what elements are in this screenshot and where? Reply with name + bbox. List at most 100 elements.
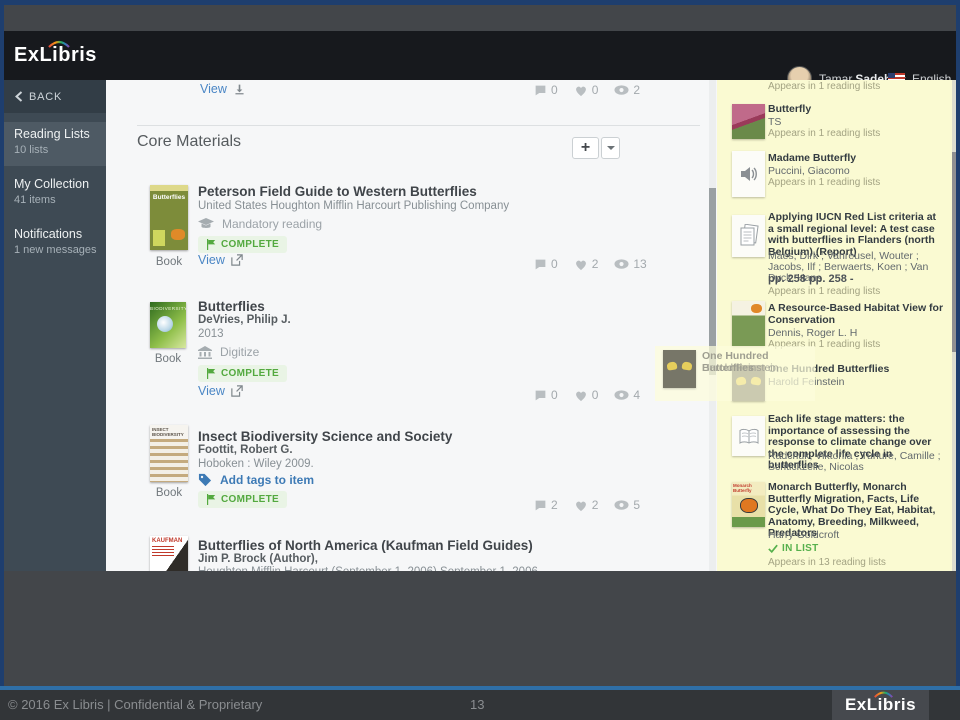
likes-stat[interactable]: 0 xyxy=(574,83,598,97)
flag-icon xyxy=(207,239,216,250)
suggestion-title: Butterfly xyxy=(768,103,812,115)
suggestion-thumbnail xyxy=(732,215,765,257)
page-number: 13 xyxy=(470,697,485,712)
suggestion-title: Madame Butterfly xyxy=(768,152,857,164)
cover-art xyxy=(152,546,174,556)
cover-art xyxy=(740,498,758,513)
item-title[interactable]: Peterson Field Guide to Western Butterfl… xyxy=(198,184,477,199)
item-stats: 0 2 13 xyxy=(534,257,647,271)
panel-scrollbar[interactable] xyxy=(952,80,956,571)
suggestions-panel: Appears in 1 reading lists Butterfly TS … xyxy=(717,80,952,571)
cover-art xyxy=(681,361,693,371)
item-publisher: Hoboken : Wiley 2009. xyxy=(198,458,314,470)
sidebar-item-sublabel: 10 lists xyxy=(14,144,49,156)
chevron-left-icon xyxy=(15,91,23,102)
sidebar-item-label: Reading Lists xyxy=(14,127,90,141)
comment-icon xyxy=(535,259,546,269)
book-cover-thumbnail[interactable]: BIODIVERSITY xyxy=(150,302,186,348)
heart-icon xyxy=(575,501,586,511)
item-title[interactable]: Butterflies of North America (Kaufman Fi… xyxy=(198,538,533,553)
cover-text: Monarch Butterfly xyxy=(733,483,752,493)
book-cover-thumbnail[interactable]: Butterflies xyxy=(150,185,188,250)
item-title[interactable]: Butterflies xyxy=(198,299,265,314)
caret-down-icon xyxy=(606,146,615,150)
comments-stat[interactable]: 2 xyxy=(534,498,558,512)
download-icon[interactable] xyxy=(233,83,246,96)
view-link[interactable]: View xyxy=(198,253,243,267)
suggestion-thumbnail xyxy=(732,104,765,139)
book-cover-thumbnail[interactable]: INSECT BIODIVERSITY xyxy=(150,425,188,482)
views-stat: 13 xyxy=(614,257,647,271)
item-author: Jim P. Brock (Author), xyxy=(198,553,318,565)
speaker-icon xyxy=(740,167,757,181)
likes-stat[interactable]: 2 xyxy=(574,498,598,512)
slide-border-right xyxy=(956,0,960,686)
comments-stat[interactable]: 0 xyxy=(534,83,558,97)
eye-icon xyxy=(614,500,629,510)
appears-label: Appears in 13 reading lists xyxy=(768,557,886,568)
views-count: 4 xyxy=(633,388,641,402)
article-pages-icon xyxy=(740,224,759,246)
tag-icon xyxy=(198,473,212,487)
item-title[interactable]: Insect Biodiversity Science and Society xyxy=(198,429,452,444)
footer-logo: ExLibris xyxy=(832,690,929,720)
likes-stat[interactable]: 0 xyxy=(574,388,599,402)
status-badge[interactable]: COMPLETE xyxy=(198,365,287,382)
comments-stat[interactable]: 0 xyxy=(534,388,558,402)
back-button[interactable]: BACK xyxy=(4,80,106,113)
views-stat: 5 xyxy=(614,498,640,512)
eye-icon xyxy=(614,390,629,400)
likes-count: 0 xyxy=(591,388,599,402)
view-link[interactable]: View xyxy=(198,384,243,398)
view-link-label: View xyxy=(200,82,227,96)
add-tags-link[interactable]: Add tags to item xyxy=(198,473,314,487)
cover-art xyxy=(751,304,762,313)
appears-label: Appears in 1 reading lists xyxy=(768,177,881,188)
sidebar-item-sublabel: 1 new messages xyxy=(14,244,97,256)
comments-count: 2 xyxy=(551,498,558,512)
sidebar-item-my-collection[interactable]: My Collection 41 items xyxy=(4,172,106,216)
likes-stat[interactable]: 2 xyxy=(574,257,598,271)
book-cover-thumbnail[interactable]: KAUFMAN xyxy=(150,536,188,571)
suggestion-thumbnail xyxy=(732,301,765,346)
add-item-menu-button[interactable] xyxy=(601,137,620,159)
view-link-label: View xyxy=(198,384,225,398)
drag-ghost[interactable]: One Hundred Butterflies Harold Feinstein xyxy=(655,346,815,401)
item-stats: 0 0 2 xyxy=(534,83,640,97)
comments-stat[interactable]: 0 xyxy=(534,257,558,271)
cover-art xyxy=(157,316,173,332)
views-count: 13 xyxy=(633,257,647,271)
view-link[interactable]: View xyxy=(200,82,246,96)
comments-count: 0 xyxy=(551,257,558,271)
suggestion-author: Harry Goldcroft xyxy=(768,529,840,541)
suggestion-title: A Resource-Based Habitat View for Conser… xyxy=(768,302,944,326)
graduation-cap-icon xyxy=(198,217,214,228)
slide: ExLibris Tamar Sadeh English BACK Readin… xyxy=(0,0,960,720)
sidebar-item-notifications[interactable]: Notifications 1 new messages xyxy=(4,222,106,266)
copyright-text: © 2016 Ex Libris | Confidential & Propri… xyxy=(8,697,263,712)
status-badge[interactable]: COMPLETE xyxy=(198,491,287,508)
main-scrollbar[interactable] xyxy=(709,80,716,571)
sidebar-item-label: My Collection xyxy=(14,177,90,191)
item-stats: 2 2 5 xyxy=(534,498,640,512)
section-title: Core Materials xyxy=(137,133,242,150)
add-item-button[interactable]: + xyxy=(572,137,599,159)
cover-art xyxy=(171,229,185,240)
sidebar-item-reading-lists[interactable]: Reading Lists 10 lists xyxy=(4,122,106,166)
cover-text: KAUFMAN xyxy=(152,538,183,544)
flag-icon xyxy=(207,368,216,379)
cover-art xyxy=(150,439,188,482)
status-badge[interactable]: COMPLETE xyxy=(198,236,287,253)
item-publisher: United States Houghton Mifflin Harcourt … xyxy=(198,200,510,212)
comment-icon xyxy=(535,390,546,400)
cover-text: Butterflies xyxy=(152,194,186,201)
item-publisher: Houghton Mifflin Harcourt (September 1, … xyxy=(198,566,538,571)
flag-icon xyxy=(207,494,216,505)
panel-scrollbar-thumb[interactable] xyxy=(952,152,956,352)
suggestion-author: Puccini, Giacomo xyxy=(768,165,850,177)
reading-list-main: View 0 0 2 Core Materials + Butterflies … xyxy=(106,80,713,571)
heart-icon xyxy=(575,391,586,401)
drag-ghost-author: Harold Feinstein xyxy=(702,362,779,374)
add-tags-label: Add tags to item xyxy=(220,473,315,487)
heart-icon xyxy=(575,86,586,96)
